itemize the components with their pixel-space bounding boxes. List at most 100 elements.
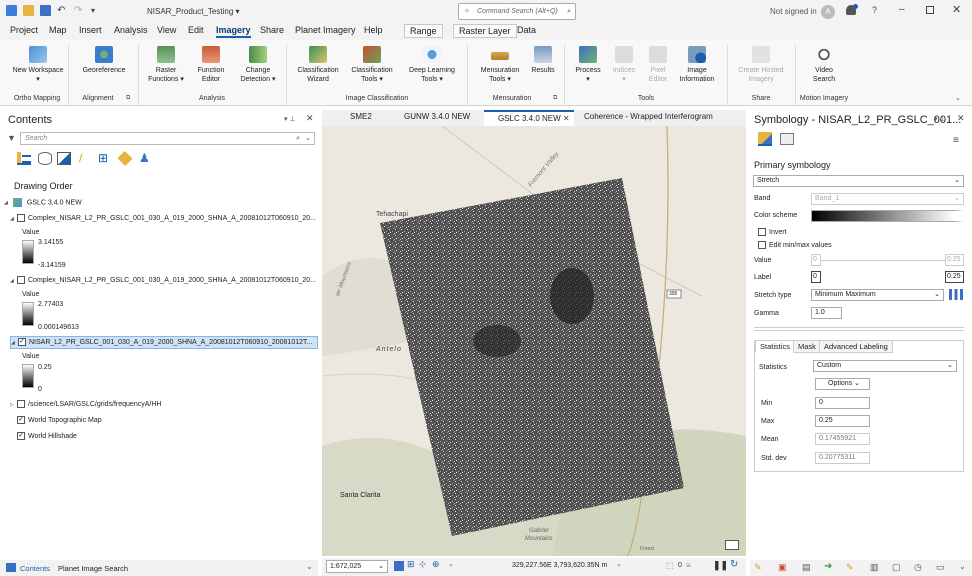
restore-icon[interactable] <box>926 6 934 14</box>
expand-icon[interactable]: ▷ <box>10 402 17 408</box>
change-detection-button[interactable]: Change Detection ▾ <box>236 46 280 84</box>
chevron-down-icon[interactable]: ⌄ <box>959 562 966 571</box>
value-min-input[interactable]: 0 <box>811 254 821 266</box>
avatar[interactable]: A <box>821 5 835 19</box>
edit-minmax-checkbox[interactable]: Edit min/max values <box>758 241 832 249</box>
tab-analysis[interactable]: Analysis <box>114 25 148 35</box>
label-min-input[interactable]: 0 <box>811 271 821 283</box>
list-by-editing-icon[interactable]: / <box>79 152 93 165</box>
chat-tool-icon[interactable]: ▢ <box>892 562 901 573</box>
raster-functions-button[interactable]: Raster Functions ▾ <box>145 46 187 84</box>
layer-visibility-checkbox[interactable] <box>17 214 25 222</box>
layer-row[interactable]: ✓ World Topographic Map <box>17 416 102 424</box>
process-button[interactable]: Process ▾ <box>572 46 604 84</box>
splitter-handle[interactable] <box>754 327 964 331</box>
min-input[interactable]: 0 <box>815 397 870 409</box>
georeference-button[interactable]: Georeference <box>76 46 132 75</box>
alignment-launcher-icon[interactable]: ⧉ <box>126 95 130 102</box>
close-icon[interactable]: ✕ <box>952 3 961 16</box>
search-dropdown-icon[interactable]: ⌄ <box>305 133 311 144</box>
max-input[interactable]: 0.25 <box>815 415 870 427</box>
results-button[interactable]: Results <box>528 46 558 75</box>
collapse-ribbon-icon[interactable]: ⌄ <box>955 94 961 102</box>
value-max-input[interactable]: 0.25 <box>945 254 964 266</box>
layer-row[interactable]: ✓ World Hillshade <box>17 432 77 440</box>
create-hosted-imagery-button[interactable]: Create Hosted Imagery <box>735 46 787 84</box>
renderer-dropdown[interactable]: Stretch ⌄ <box>753 175 964 187</box>
tab-raster-layer[interactable]: Raster Layer <box>453 24 517 38</box>
layer-visibility-checkbox[interactable]: ✓ <box>18 338 26 346</box>
layer-row[interactable]: ▷ /science/LSAR/GSLC/grids/frequencyA/HH <box>10 400 161 408</box>
checkbox[interactable] <box>758 241 766 249</box>
tab-statistics[interactable]: Statistics <box>755 340 796 353</box>
tab-overflow-icon[interactable]: ⌄ <box>306 562 313 571</box>
tab-view[interactable]: View <box>157 25 176 35</box>
chevron-down-icon[interactable]: ⌄ <box>616 560 622 568</box>
catalog-tool-icon[interactable]: ▣ <box>778 562 787 573</box>
pause-drawing-icon[interactable]: ❚❚ <box>713 560 728 571</box>
menu-icon[interactable]: ≡ <box>953 135 959 146</box>
tab-close-icon[interactable]: ✕ <box>563 114 570 123</box>
image-information-button[interactable]: Image Information <box>676 46 718 84</box>
video-search-button[interactable]: Video Search <box>806 46 842 84</box>
options-button[interactable]: Options ⌄ <box>815 378 870 390</box>
layer-visibility-checkbox[interactable] <box>17 400 25 408</box>
pane-options-icon[interactable]: ▾ ⊥ <box>934 115 946 123</box>
mensuration-launcher-icon[interactable]: ⧉ <box>553 95 557 102</box>
tab-gunw[interactable]: GUNW 3.4.0 NEW <box>392 112 470 121</box>
refresh-icon[interactable]: ↻ <box>730 559 738 570</box>
map-view[interactable]: Tehachapi Fremont Valley Antelo Santa Cl… <box>322 126 746 556</box>
deep-learning-tools-button[interactable]: Deep Learning Tools ▾ <box>403 46 461 84</box>
customize-qat-icon[interactable]: ▾ <box>91 5 102 16</box>
expand-icon[interactable]: ◢ <box>4 200 11 206</box>
pane-close-icon[interactable]: ✕ <box>306 113 314 124</box>
classification-wizard-button[interactable]: Classification Wizard <box>295 46 341 84</box>
tab-planet-imagery[interactable]: Planet Imagery <box>295 25 356 35</box>
invert-checkbox[interactable]: Invert <box>758 228 787 236</box>
open-project-icon[interactable] <box>23 5 34 16</box>
primary-symbology-tab-icon[interactable] <box>758 132 772 146</box>
tab-map[interactable]: Map <box>49 25 67 35</box>
tab-sme2[interactable]: SME2 <box>338 112 372 121</box>
expand-icon[interactable]: ◢ <box>11 340 18 346</box>
tab-edit[interactable]: Edit <box>188 25 204 35</box>
snapping-icon[interactable]: ⊞ <box>407 559 415 570</box>
redo-icon[interactable]: ↷ <box>74 5 85 16</box>
contents-bottom-tab[interactable]: Contents <box>20 564 50 573</box>
map-item[interactable]: ◢ GSLC 3.4.0 NEW <box>4 198 82 207</box>
histogram-icon[interactable] <box>949 289 963 300</box>
tab-coherence[interactable]: Coherence - Wrapped Interferogram <box>572 112 713 121</box>
list-by-selection-icon[interactable] <box>57 152 71 165</box>
layer-visibility-checkbox[interactable] <box>17 276 25 284</box>
constraints-icon[interactable]: ⊹ <box>419 559 427 570</box>
layer-row[interactable]: ◢ Complex_NISAR_L2_PR_GSLC_001_030_A_019_… <box>10 276 316 284</box>
label-max-input[interactable]: 0.25 <box>945 271 964 283</box>
attributes-tool-icon[interactable]: ▥ <box>870 562 879 573</box>
list-by-snapping-icon[interactable]: ⊞ <box>98 152 112 165</box>
geoprocessing-tool-icon[interactable]: ▤ <box>802 562 811 573</box>
chevron-down-icon[interactable]: ⌄ <box>448 560 454 568</box>
tab-imagery[interactable]: Imagery <box>216 25 251 38</box>
tab-data[interactable]: Data <box>517 25 536 35</box>
band-dropdown[interactable]: Band_1 ⌄ <box>811 193 964 205</box>
value-slider-track[interactable] <box>821 260 945 261</box>
layer-row-selected[interactable]: ◢ ✓ NISAR_L2_PR_GSLC_001_030_A_019_2000_SH… <box>10 336 318 349</box>
pixel-editor-button[interactable]: Pixel Editor <box>644 46 672 84</box>
pane-options-icon[interactable]: ▾ ⊥ <box>284 115 296 123</box>
map-tips-icon[interactable] <box>725 540 739 550</box>
tab-insert[interactable]: Insert <box>79 25 102 35</box>
labeling-tool-icon[interactable]: ✎ <box>846 562 854 573</box>
classification-tools-button[interactable]: Classification Tools ▾ <box>348 46 396 84</box>
stretch-type-dropdown[interactable]: Minimum Maximum ⌄ <box>811 289 944 301</box>
secondary-symbology-tab-icon[interactable] <box>780 133 794 145</box>
filter-icon[interactable]: ▼ <box>7 133 16 143</box>
navigation-icon[interactable]: ⊕ <box>432 559 440 570</box>
grid-icon[interactable] <box>394 561 404 571</box>
tab-range[interactable]: Range <box>404 24 443 38</box>
pane-close-icon[interactable]: ✕ <box>957 113 965 124</box>
checkbox[interactable] <box>758 228 766 236</box>
sign-in-status[interactable]: Not signed in <box>770 7 817 16</box>
color-scheme-dropdown[interactable] <box>811 210 964 222</box>
new-workspace-button[interactable]: New Workspace ▾ <box>12 46 64 84</box>
layer-row[interactable]: ◢ Complex_NISAR_L2_PR_GSLC_001_030_A_019_… <box>10 214 316 222</box>
